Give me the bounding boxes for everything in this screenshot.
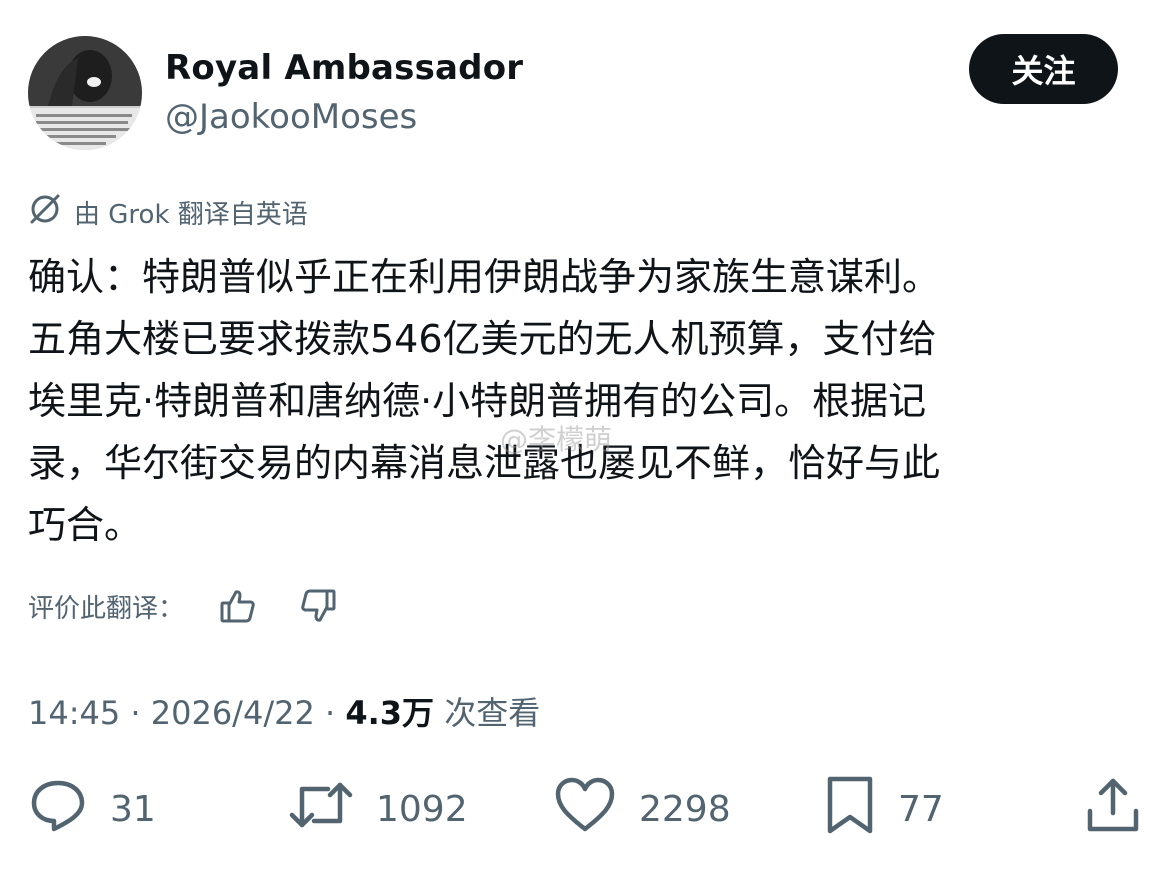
meta-separator: · (314, 694, 346, 732)
thumbs-down-icon[interactable] (298, 586, 338, 626)
reply-button[interactable]: 31 (28, 774, 156, 844)
tweet-time[interactable]: 14:45 (28, 694, 120, 732)
tweet-line: 录，华尔街交易的内幕消息泄露也屡见不鲜，恰好与此 (28, 441, 941, 485)
tweet-date[interactable]: 2026/4/22 (151, 694, 315, 732)
translation-note: 由 Grok 翻译自英语 (28, 192, 308, 233)
action-bar: 31 1092 2298 77 (0, 774, 1169, 844)
meta-separator: · (120, 694, 151, 732)
tweet-line: 确认：特朗普似乎正在利用伊朗战争为家族生意谋利。 (28, 255, 941, 299)
bookmark-icon (824, 775, 876, 844)
author-handle[interactable]: @JaokooMoses (165, 97, 417, 137)
translation-note-text: 由 Grok 翻译自英语 (74, 200, 308, 230)
views-label: 次查看 (434, 694, 541, 732)
reply-count: 31 (110, 788, 156, 830)
grok-icon (28, 192, 74, 233)
tweet-meta: 14:45 · 2026/4/22 · 4.3万 次查看 (28, 688, 540, 734)
reply-icon (28, 775, 88, 844)
rate-translation: 评价此翻译： (28, 586, 338, 626)
repost-button[interactable]: 1092 (288, 774, 468, 844)
views-count[interactable]: 4.3万 (345, 694, 434, 732)
share-button[interactable] (1084, 774, 1142, 844)
like-button[interactable]: 2298 (553, 774, 731, 844)
bookmark-count: 77 (898, 788, 944, 830)
bookmark-button[interactable]: 77 (824, 774, 944, 844)
tweet-text: 确认：特朗普似乎正在利用伊朗战争为家族生意谋利。 五角大楼已要求拨款546亿美元… (28, 246, 1128, 556)
tweet-line: 埃里克·特朗普和唐纳德·小特朗普拥有的公司。根据记 (28, 379, 927, 423)
like-count: 2298 (639, 788, 731, 830)
share-icon (1084, 775, 1142, 844)
tweet-line: 五角大楼已要求拨款546亿美元的无人机预算，支付给 (28, 317, 937, 361)
rate-label: 评价此翻译： (28, 593, 185, 624)
repost-icon (288, 775, 354, 844)
tweet-line: 巧合。 (28, 503, 143, 547)
author-name[interactable]: Royal Ambassador (165, 48, 523, 88)
follow-button[interactable]: 关注 (969, 34, 1118, 104)
heart-icon (553, 775, 617, 844)
thumbs-up-icon[interactable] (218, 586, 258, 626)
repost-count: 1092 (376, 788, 468, 830)
avatar[interactable] (28, 36, 142, 150)
